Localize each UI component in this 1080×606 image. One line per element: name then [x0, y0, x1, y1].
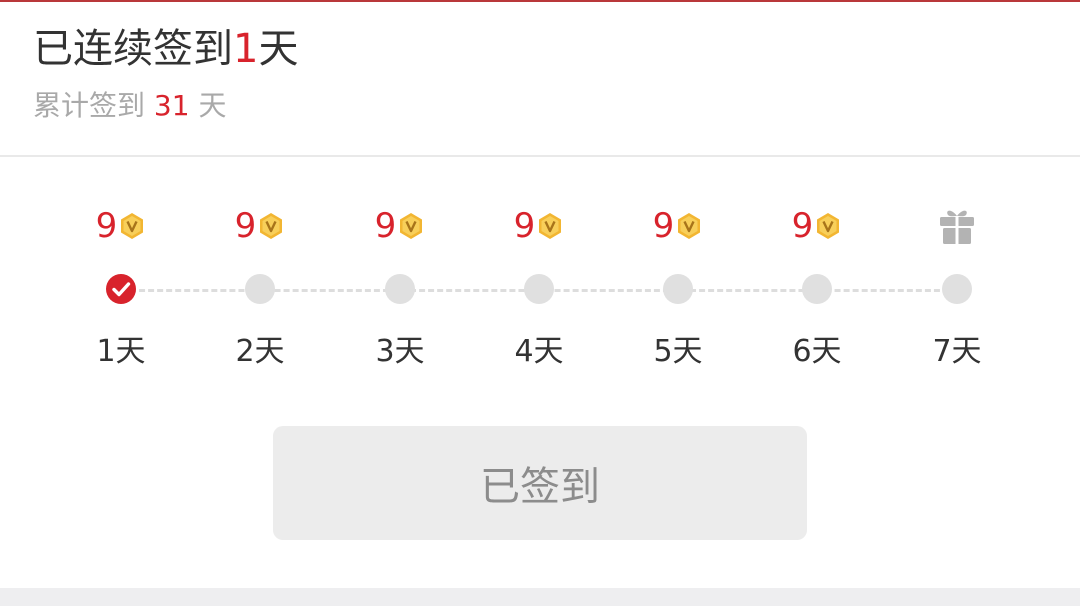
v-coin-icon [256, 212, 285, 240]
checkin-day-4: 9 4天 [484, 198, 594, 378]
day-label: 2天 [235, 334, 285, 369]
v-coin-icon [674, 212, 703, 240]
streak-prefix: 已连续签到 [33, 26, 233, 72]
total-days-count: 31 [153, 89, 190, 122]
reward-amount: 9 [791, 206, 814, 246]
day-label: 7天 [932, 334, 982, 369]
day-label: 4天 [514, 334, 564, 369]
reward-amount: 9 [374, 206, 397, 246]
reward: 9 [762, 206, 872, 246]
checkin-day-7: 7天 [902, 198, 1012, 378]
reward-amount: 9 [652, 206, 675, 246]
total-suffix: 天 [198, 89, 227, 122]
checkin-day-6: 9 6天 [762, 198, 872, 378]
v-coin-icon [396, 212, 425, 240]
unchecked-day-marker [245, 274, 275, 304]
day-label: 5天 [653, 334, 703, 369]
signed-in-button[interactable]: 已签到 [273, 426, 807, 540]
reward: 9 [205, 206, 315, 246]
v-coin-icon [117, 212, 146, 240]
streak-summary: 已连续签到1天 [33, 26, 298, 72]
checked-day-marker [106, 274, 136, 304]
footer-band [0, 588, 1080, 606]
unchecked-day-marker [942, 274, 972, 304]
checkin-day-5: 9 5天 [623, 198, 733, 378]
section-divider [0, 155, 1080, 157]
v-coin-icon [813, 212, 842, 240]
streak-days-count: 1 [233, 26, 259, 72]
reward [902, 206, 1012, 246]
reward: 9 [66, 206, 176, 246]
reward: 9 [484, 206, 594, 246]
checkin-day-2: 9 2天 [205, 198, 315, 378]
unchecked-day-marker [802, 274, 832, 304]
day-label: 6天 [792, 334, 842, 369]
reward-amount: 9 [95, 206, 118, 246]
day-label: 3天 [375, 334, 425, 369]
total-summary: 累计签到 31 天 [33, 89, 226, 123]
unchecked-day-marker [385, 274, 415, 304]
signed-in-button-label: 已签到 [480, 464, 600, 510]
reward: 9 [623, 206, 733, 246]
checkin-day-1: 9 1天 [66, 198, 176, 378]
reward: 9 [345, 206, 455, 246]
top-accent-line [0, 0, 1080, 2]
streak-suffix: 天 [258, 26, 299, 72]
total-prefix: 累计签到 [33, 89, 146, 122]
checkin-panel: 已连续签到1天 累计签到 31 天 9 1天 9 2天 9 3天 9 4天 9 5天 9 6天 7天 已… [0, 0, 1080, 606]
unchecked-day-marker [663, 274, 693, 304]
reward-amount: 9 [513, 206, 536, 246]
unchecked-day-marker [524, 274, 554, 304]
v-coin-icon [535, 212, 564, 240]
reward-amount: 9 [234, 206, 257, 246]
gift-icon [937, 206, 977, 246]
checkin-day-3: 9 3天 [345, 198, 455, 378]
day-label: 1天 [96, 334, 146, 369]
